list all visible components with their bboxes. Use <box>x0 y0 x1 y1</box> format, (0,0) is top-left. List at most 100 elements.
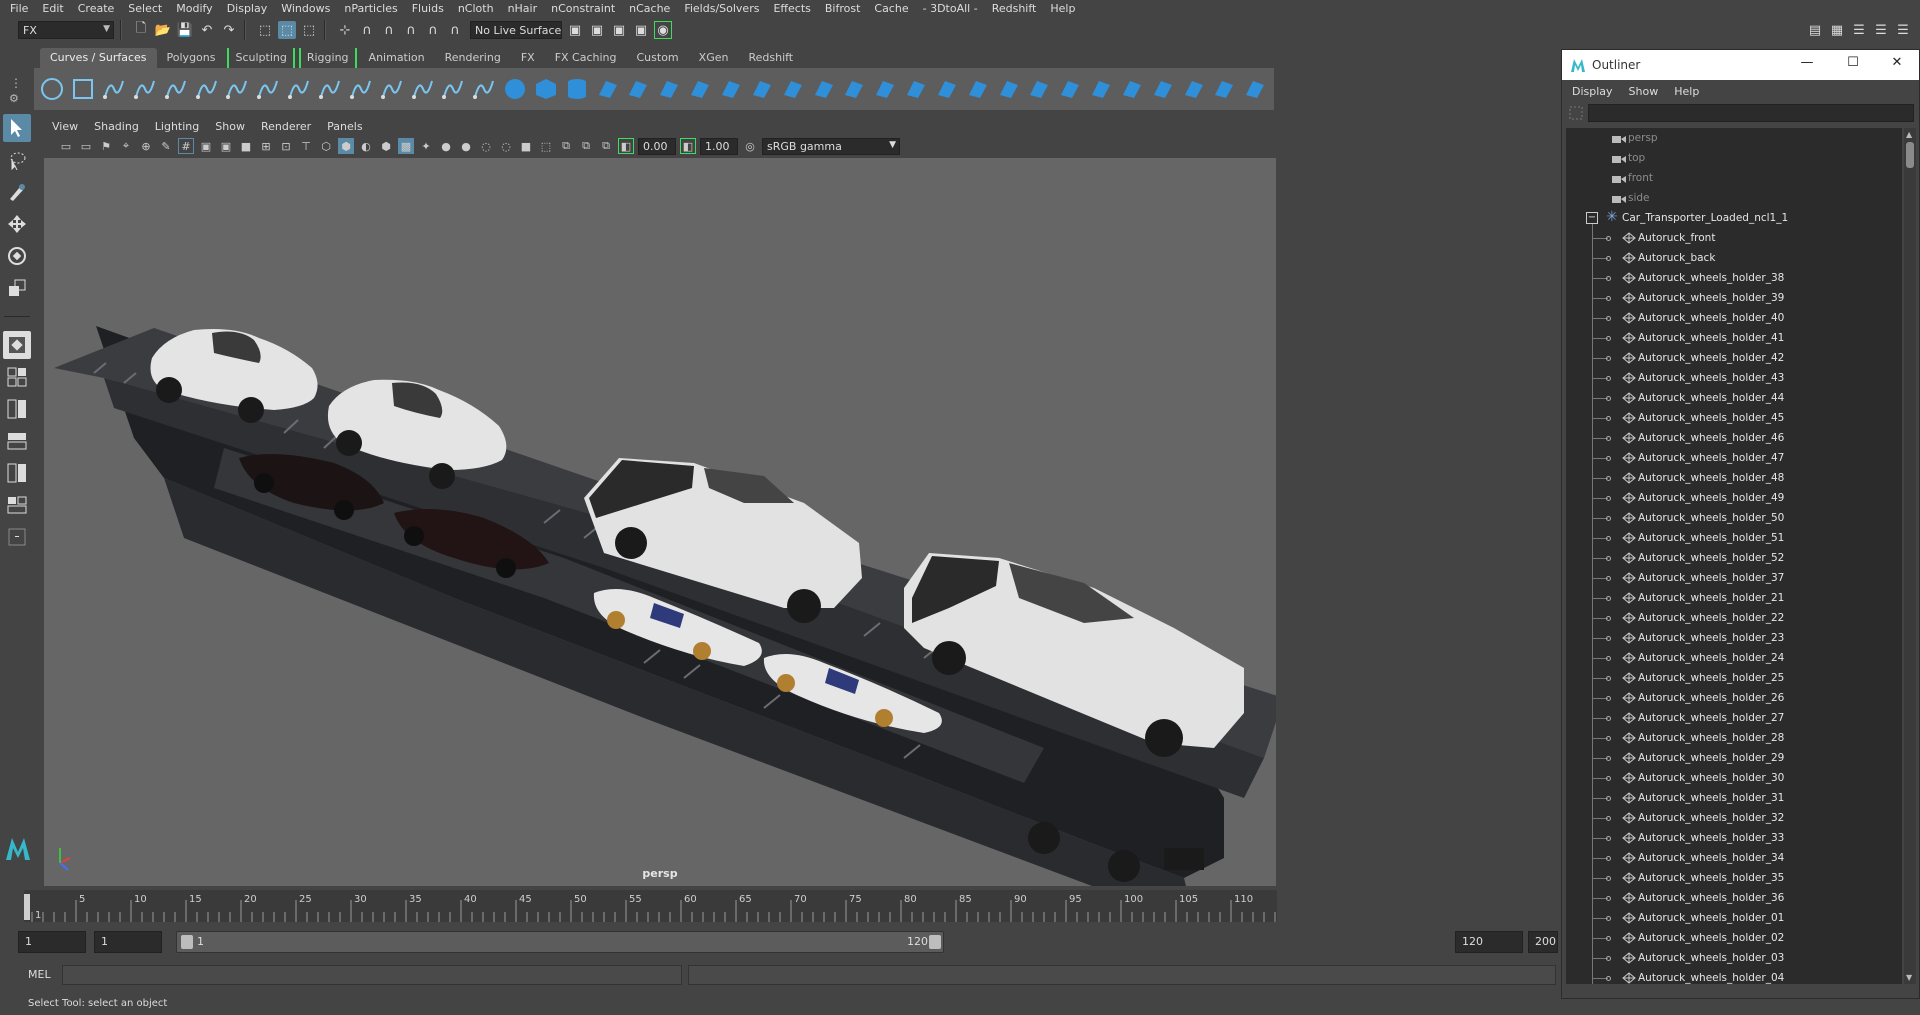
shelf-tab[interactable]: FX Caching <box>545 48 627 68</box>
menu-item[interactable]: Windows <box>275 2 338 15</box>
snap-point-icon[interactable]: ∩ <box>380 21 398 39</box>
make-live-icon[interactable]: ∩ <box>446 21 464 39</box>
outliner-child-row[interactable]: Autoruck_wheels_holder_44 <box>1566 388 1902 408</box>
planar-icon[interactable] <box>749 75 774 103</box>
bevel-icon[interactable] <box>904 75 929 103</box>
close-icon[interactable]: ✕ <box>1887 55 1907 75</box>
menu-item[interactable]: Create <box>72 2 123 15</box>
collapse-icon[interactable]: − <box>1586 212 1598 224</box>
rotate-tool-icon[interactable] <box>3 242 31 270</box>
end-frame-field[interactable]: 200 <box>1528 931 1558 953</box>
menu-item[interactable]: Help <box>1044 2 1083 15</box>
render-view-icon[interactable]: ▣ <box>566 21 584 39</box>
trim-icon[interactable] <box>965 75 990 103</box>
outliner-child-row[interactable]: Autoruck_wheels_holder_31 <box>1566 788 1902 808</box>
menu-item[interactable]: Redshift <box>986 2 1045 15</box>
paint-select-icon[interactable] <box>3 178 31 206</box>
outliner-child-row[interactable]: Autoruck_wheels_holder_48 <box>1566 468 1902 488</box>
textured-icon[interactable]: ▩ <box>398 138 414 154</box>
snap-grid-icon[interactable]: ⊹ <box>336 21 354 39</box>
perspective-viewport[interactable]: persp <box>44 158 1276 886</box>
outliner-child-row[interactable]: Autoruck_wheels_holder_35 <box>1566 868 1902 888</box>
bookmark-icon[interactable]: ⚑ <box>98 138 114 154</box>
undo-icon[interactable]: ↶ <box>198 21 216 39</box>
outliner-child-row[interactable]: Autoruck_wheels_holder_30 <box>1566 768 1902 788</box>
use-all-lights-icon[interactable]: ✦ <box>418 138 434 154</box>
menu-item[interactable]: Select <box>122 2 170 15</box>
scroll-up-icon[interactable]: ▲ <box>1906 130 1912 139</box>
revolve-icon[interactable] <box>688 75 713 103</box>
shelf-tab[interactable]: Rendering <box>435 48 511 68</box>
outliner-root-row[interactable]: − ✳ Car_Transporter_Loaded_ncl1_1 <box>1566 208 1902 228</box>
depth-of-field-icon[interactable]: ■ <box>518 138 534 154</box>
menu-item[interactable]: nParticles <box>338 2 405 15</box>
wireframe-icon[interactable]: ⬡ <box>318 138 334 154</box>
extrude-icon[interactable] <box>780 75 805 103</box>
screen-space-ao-icon[interactable]: ● <box>458 138 474 154</box>
select-camera-icon[interactable]: ▭ <box>58 138 74 154</box>
bevel-plus-icon[interactable] <box>934 75 959 103</box>
minimize-icon[interactable]: — <box>1797 55 1817 75</box>
nurbs-square-icon[interactable] <box>71 75 96 103</box>
outliner-child-row[interactable]: Autoruck_wheels_holder_37 <box>1566 568 1902 588</box>
birail-icon[interactable] <box>811 75 836 103</box>
two-view-layout-icon[interactable] <box>3 395 31 423</box>
outliner-child-row[interactable]: Autoruck_wheels_holder_47 <box>1566 448 1902 468</box>
menu-set-selector[interactable]: FX ▼ <box>18 21 114 39</box>
gate-mask-icon[interactable]: ■ <box>238 138 254 154</box>
menu-item[interactable]: nHair <box>502 2 546 15</box>
scale-tool-icon[interactable] <box>3 274 31 302</box>
outliner-child-row[interactable]: Autoruck_wheels_holder_36 <box>1566 888 1902 908</box>
boundary-icon[interactable] <box>842 75 867 103</box>
outliner-child-row[interactable]: Autoruck_wheels_holder_25 <box>1566 668 1902 688</box>
outliner-child-row[interactable]: Autoruck_wheels_holder_21 <box>1566 588 1902 608</box>
outliner-child-row[interactable]: Autoruck_wheels_holder_50 <box>1566 508 1902 528</box>
menu-item[interactable]: nCache <box>623 2 678 15</box>
outliner-titlebar[interactable]: Outliner — ☐ ✕ <box>1562 50 1919 80</box>
outliner-child-row[interactable]: Autoruck_wheels_holder_33 <box>1566 828 1902 848</box>
snap-surface-icon[interactable]: ∩ <box>424 21 442 39</box>
outliner-child-row[interactable]: Autoruck_front <box>1566 228 1902 248</box>
range-end-handle[interactable] <box>929 935 941 949</box>
select-object-icon[interactable]: ⬚ <box>278 21 296 39</box>
menu-item[interactable]: nCloth <box>452 2 502 15</box>
curve-reverse-icon[interactable] <box>472 75 497 103</box>
outliner-menu-item[interactable]: Help <box>1674 85 1699 98</box>
view-transform-select[interactable]: sRGB gamma ▼ <box>762 137 900 155</box>
outliner-child-row[interactable]: Autoruck_wheels_holder_43 <box>1566 368 1902 388</box>
shelf-tab[interactable]: Rigging <box>298 48 357 68</box>
menu-item[interactable]: Edit <box>36 2 71 15</box>
nurbs-cube-icon[interactable] <box>534 75 559 103</box>
menu-item[interactable]: File <box>4 2 36 15</box>
nurbs-cylinder-icon[interactable] <box>564 75 589 103</box>
outliner-child-row[interactable]: Autoruck_wheels_holder_27 <box>1566 708 1902 728</box>
anti-aliasing-icon[interactable]: ◌ <box>498 138 514 154</box>
nurbs-torus-icon[interactable] <box>657 75 682 103</box>
curve-fillet-icon[interactable] <box>287 75 312 103</box>
rebuild-surface-icon[interactable] <box>1150 75 1175 103</box>
time-slider[interactable]: 1 5 10 15 20 25 30 35 40 45 50 55 60 65 70 75 80 85 90 95 10… <box>24 890 1277 922</box>
outliner-child-row[interactable]: Autoruck_back <box>1566 248 1902 268</box>
outliner-menu-item[interactable]: Show <box>1629 85 1659 98</box>
outliner-child-row[interactable]: Autoruck_wheels_holder_24 <box>1566 648 1902 668</box>
camera-attributes-icon[interactable]: ▭ <box>78 138 94 154</box>
menu-item[interactable]: Modify <box>170 2 220 15</box>
image-plane-icon[interactable]: ⌖ <box>118 138 134 154</box>
script-language-label[interactable]: MEL <box>28 968 51 981</box>
outliner-child-row[interactable]: Autoruck_wheels_holder_02 <box>1566 928 1902 948</box>
viewport-menu-item[interactable]: Shading <box>94 120 139 133</box>
move-tool-icon[interactable] <box>3 210 31 238</box>
loft-icon[interactable] <box>719 75 744 103</box>
nurbs-sphere-icon[interactable] <box>503 75 528 103</box>
exposure-field[interactable]: 0.00 <box>638 137 676 155</box>
motion-blur-icon[interactable]: ◌ <box>478 138 494 154</box>
save-scene-icon[interactable]: 💾 <box>176 21 194 39</box>
exposure-icon[interactable]: ◧ <box>618 138 634 154</box>
shelf-tab[interactable]: Polygons <box>157 48 226 68</box>
ep-curve-icon[interactable] <box>133 75 158 103</box>
shelf-settings-icon[interactable]: ⚙ <box>9 92 19 105</box>
snap-plane-icon[interactable]: ∩ <box>402 21 420 39</box>
field-chart-icon[interactable]: ⊞ <box>258 138 274 154</box>
shelf-tab[interactable]: Custom <box>627 48 689 68</box>
outliner-camera-row[interactable]: top <box>1566 148 1902 168</box>
